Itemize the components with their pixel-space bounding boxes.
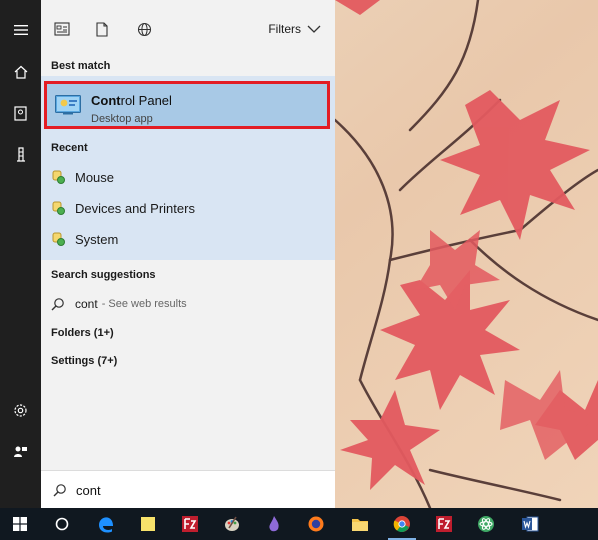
search-icon: [51, 298, 64, 311]
devices-printers-icon: [51, 201, 65, 215]
recent-item-devices-and-printers[interactable]: Devices and Printers: [51, 195, 195, 221]
filters-label: Filters: [268, 22, 301, 36]
edge-icon[interactable]: [86, 508, 126, 540]
search-input[interactable]: cont: [76, 483, 101, 498]
recent-item-mouse[interactable]: Mouse: [51, 164, 114, 190]
web-suggestion-cont[interactable]: cont - See web results: [51, 294, 187, 314]
start-left-rail: [0, 0, 41, 508]
best-match-heading: Best match: [51, 60, 111, 72]
search-suggestions-heading: Search suggestions: [51, 269, 156, 281]
web-filter-icon[interactable]: [133, 18, 155, 40]
documents-filter-icon[interactable]: [91, 18, 113, 40]
notebook-icon[interactable]: [0, 93, 41, 133]
filezilla-icon[interactable]: [424, 508, 464, 540]
home-icon[interactable]: [0, 52, 41, 92]
suggestion-query: cont: [75, 297, 98, 311]
search-results-panel: Filters Best match Control Panel Desktop…: [41, 0, 335, 470]
filezilla-icon[interactable]: [170, 508, 210, 540]
mouse-settings-icon: [51, 170, 65, 184]
sticky-notes-icon[interactable]: [128, 508, 168, 540]
folders-category[interactable]: Folders (1+): [51, 327, 114, 339]
search-box[interactable]: cont: [41, 470, 335, 508]
hamburger-icon[interactable]: [0, 10, 41, 50]
cortana-icon[interactable]: [42, 508, 82, 540]
suggestion-hint: - See web results: [101, 298, 187, 310]
search-icon: [53, 484, 66, 497]
word-icon[interactable]: [510, 508, 550, 540]
control-panel-title: Control Panel: [91, 93, 172, 108]
firefox-icon[interactable]: [296, 508, 336, 540]
chrome-icon[interactable]: [382, 508, 422, 540]
taskbar: [0, 508, 598, 540]
system-settings-icon: [51, 232, 65, 246]
control-panel-icon: [55, 95, 81, 120]
search-filter-bar: Filters: [41, 0, 335, 52]
apps-filter-icon[interactable]: [51, 18, 73, 40]
control-panel-result[interactable]: Control Panel Desktop app: [44, 81, 330, 129]
tower-icon[interactable]: [0, 134, 41, 174]
settings-gear-icon[interactable]: [0, 390, 41, 430]
control-panel-subtitle: Desktop app: [91, 113, 153, 125]
user-feedback-icon[interactable]: [0, 431, 41, 471]
paint-icon[interactable]: [212, 508, 252, 540]
filters-dropdown[interactable]: Filters: [268, 22, 321, 36]
app-icon[interactable]: [254, 508, 294, 540]
file-explorer-icon[interactable]: [340, 508, 380, 540]
chevron-down-icon: [307, 25, 321, 33]
windows-start-icon[interactable]: [0, 508, 40, 540]
recent-heading: Recent: [51, 142, 88, 154]
atom-icon[interactable]: [466, 508, 506, 540]
recent-item-system[interactable]: System: [51, 226, 118, 252]
settings-category[interactable]: Settings (7+): [51, 355, 117, 367]
